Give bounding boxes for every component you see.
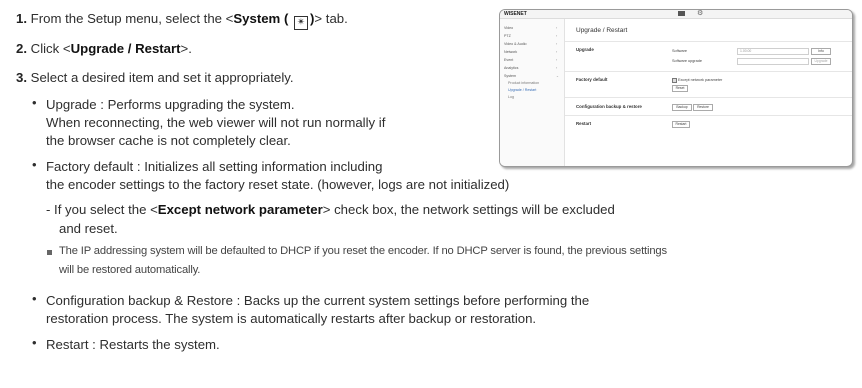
divider <box>565 97 852 98</box>
upgrade-desc-line1: Upgrade : Performs upgrading the system. <box>46 97 295 112</box>
divider <box>565 71 852 72</box>
note-line1: The IP addressing system will be default… <box>59 245 667 257</box>
menu-item-analytics[interactable]: Analytics <box>504 66 518 71</box>
menu-item-event[interactable]: Event <box>504 58 513 63</box>
factory-desc-line2: the encoder settings to the factory rese… <box>46 177 510 192</box>
restart-button[interactable]: Restart <box>672 121 690 128</box>
except-network-line1: - If you select the <Except network para… <box>46 202 615 217</box>
config-desc-line1: Configuration backup & Restore : Backs u… <box>46 293 590 308</box>
menu-item-video-audio[interactable]: Video & Audio <box>504 42 527 47</box>
factory-desc-line1: Factory default : Initializes all settin… <box>46 159 383 174</box>
section-config-backup: Configuration backup & restore <box>576 104 642 109</box>
chevron-down-icon: ⌄ <box>556 74 560 78</box>
software-upgrade-label: Software upgrade <box>672 59 702 63</box>
except-network-line2: and reset. <box>59 221 118 236</box>
menu-item-ptz[interactable]: PTZ <box>504 34 511 39</box>
step-1: 1. From the Setup menu, select the <Syst… <box>16 11 348 30</box>
upgrade-desc-line2: When reconnecting, the web viewer will n… <box>46 115 386 130</box>
menu-item-video[interactable]: Video <box>504 26 513 31</box>
section-factory-default: Factory default <box>576 77 608 82</box>
backup-button[interactable]: Backup <box>672 104 692 111</box>
page-title: Upgrade / Restart <box>576 27 628 34</box>
chevron-right-icon: › <box>556 34 558 38</box>
step-2: 2. Click <Upgrade / Restart>. <box>16 41 192 56</box>
except-network-label: Except network parameter <box>678 78 723 82</box>
monitor-icon[interactable] <box>678 11 685 16</box>
chevron-right-icon: › <box>556 58 558 62</box>
software-label: Software <box>672 49 687 53</box>
setup-gear-icon[interactable]: ⚙ <box>697 10 703 18</box>
reset-button[interactable]: Reset <box>672 85 688 92</box>
restore-button[interactable]: Restore <box>693 104 713 111</box>
software-upgrade-file-field[interactable] <box>737 58 809 65</box>
settings-gear-icon: ✴ <box>294 16 309 30</box>
info-button[interactable]: Info <box>811 48 831 55</box>
top-bar: WISENET ⚙ <box>500 10 852 19</box>
section-restart: Restart <box>576 121 592 126</box>
menu-item-system[interactable]: System <box>504 74 516 79</box>
bullet-dot: • <box>32 95 37 110</box>
chevron-right-icon: › <box>556 50 558 54</box>
submenu-log[interactable]: Log <box>508 95 514 100</box>
submenu-upgrade-restart[interactable]: Upgrade / Restart <box>508 88 536 93</box>
submenu-product-information[interactable]: Product information <box>508 81 539 86</box>
main-panel: Upgrade / Restart Upgrade Software 1.00.… <box>565 19 852 166</box>
note-line2: will be restored automatically. <box>59 264 201 276</box>
step-3: 3. Select a desired item and set it appr… <box>16 70 294 85</box>
upgrade-button[interactable]: Upgrade <box>811 58 831 65</box>
sidebar: Video › PTZ › Video & Audio › Network › Even… <box>500 19 565 166</box>
divider <box>565 41 852 42</box>
bullet-dot: • <box>32 291 37 306</box>
bullet-dot: • <box>32 157 37 172</box>
menu-item-network[interactable]: Network <box>504 50 517 55</box>
chevron-right-icon: › <box>556 26 558 30</box>
note-square-icon <box>47 250 52 255</box>
brand-logo: WISENET <box>504 11 527 17</box>
except-network-checkbox[interactable] <box>672 78 677 83</box>
software-version-field: 1.00.00 <box>737 48 809 55</box>
divider <box>565 115 852 116</box>
section-upgrade: Upgrade <box>576 47 594 52</box>
chevron-right-icon: › <box>556 42 558 46</box>
restart-desc: Restart : Restarts the system. <box>46 337 220 352</box>
upgrade-desc-line3: the browser cache is not completely clea… <box>46 133 291 148</box>
config-desc-line2: restoration process. The system is autom… <box>46 311 537 326</box>
web-viewer-screenshot: WISENET ⚙ Video › PTZ › Video & Audio › Net… <box>499 9 853 167</box>
bullet-dot: • <box>32 335 37 350</box>
chevron-right-icon: › <box>556 66 558 70</box>
